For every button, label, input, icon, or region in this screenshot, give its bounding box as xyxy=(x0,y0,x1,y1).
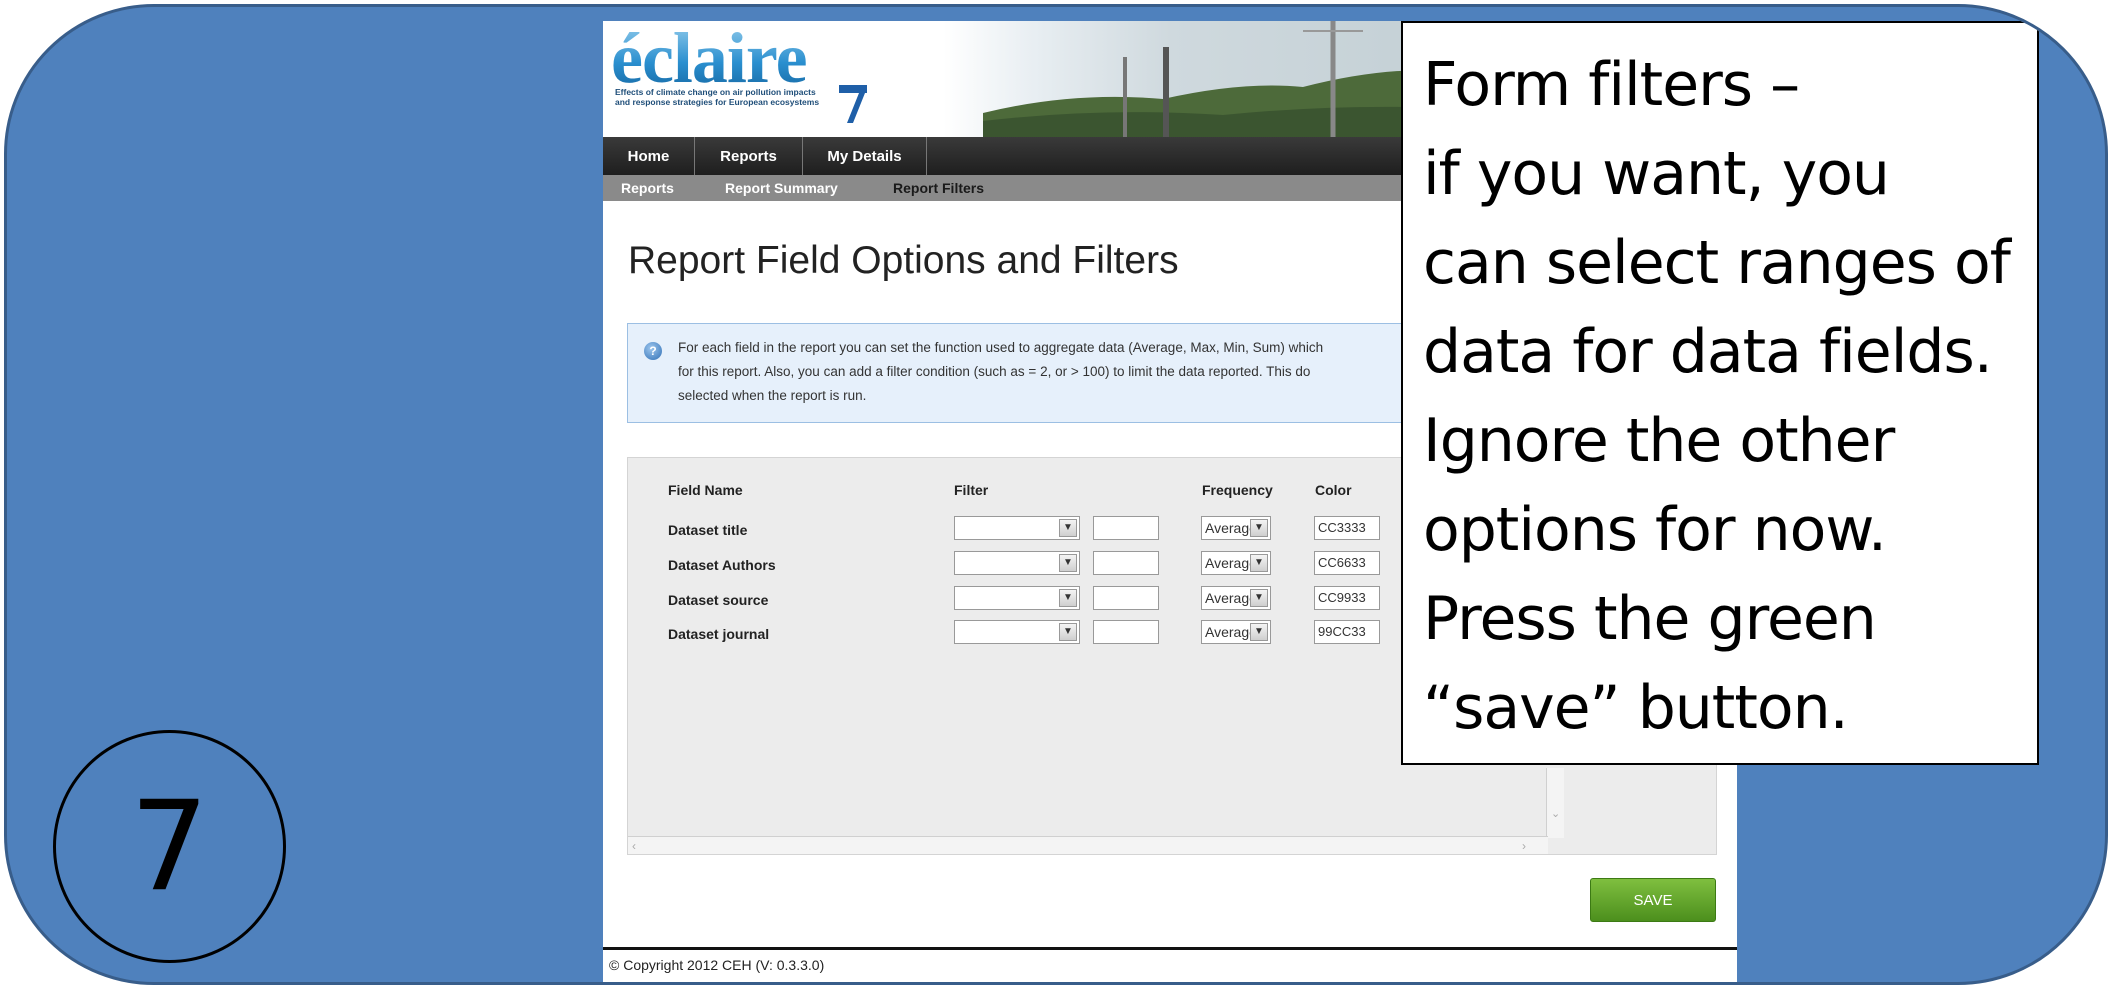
tab-my-details[interactable]: My Details xyxy=(803,137,927,175)
color-input[interactable]: 99CC33 xyxy=(1314,620,1380,644)
filter-value-input[interactable] xyxy=(1093,586,1159,610)
save-button[interactable]: SAVE xyxy=(1590,878,1716,922)
frequency-select[interactable]: Average ▼ xyxy=(1201,620,1271,644)
page-title: Report Field Options and Filters xyxy=(628,239,1179,282)
logo-tagline-line: Effects of climate change on air polluti… xyxy=(615,87,816,97)
dropdown-arrow-icon: ▼ xyxy=(1250,623,1268,641)
step-number-badge: 7 xyxy=(53,730,286,963)
header-frequency: Frequency xyxy=(1202,482,1273,498)
header-field-name: Field Name xyxy=(668,482,743,498)
instruction-callout: Form filters – if you want, you can sele… xyxy=(1401,21,2039,765)
header-filter: Filter xyxy=(954,482,989,498)
row-field-name: Dataset Authors xyxy=(668,557,776,573)
subnav-report-summary[interactable]: Report Summary xyxy=(725,175,838,201)
filter-operator-select[interactable]: ▼ xyxy=(954,620,1080,644)
row-field-name: Dataset source xyxy=(668,592,769,608)
tab-reports[interactable]: Reports xyxy=(695,137,803,175)
dropdown-arrow-icon: ▼ xyxy=(1250,554,1268,572)
scroll-down-icon[interactable]: ⌄ xyxy=(1551,807,1560,820)
logo-tagline: Effects of climate change on air polluti… xyxy=(615,87,825,107)
filter-operator-select[interactable]: ▼ xyxy=(954,551,1080,575)
subnav-reports[interactable]: Reports xyxy=(621,175,674,201)
callout-line: data for data fields. xyxy=(1423,317,1993,387)
dropdown-arrow-icon: ▼ xyxy=(1059,623,1077,641)
horizontal-scrollbar[interactable]: ‹ › xyxy=(628,836,1548,854)
filter-value-input[interactable] xyxy=(1093,620,1159,644)
frequency-select[interactable]: Average ▼ xyxy=(1201,516,1271,540)
filter-value-input[interactable] xyxy=(1093,516,1159,540)
callout-line: can select ranges of xyxy=(1423,228,2011,298)
row-field-name: Dataset title xyxy=(668,522,748,538)
info-text-line: For each field in the report you can set… xyxy=(678,340,1324,355)
subnav-report-filters[interactable]: Report Filters xyxy=(893,175,984,201)
callout-line: options for now. xyxy=(1423,495,1887,565)
filter-operator-select[interactable]: ▼ xyxy=(954,516,1080,540)
fp7-logo-icon xyxy=(839,85,867,123)
dropdown-arrow-icon: ▼ xyxy=(1059,519,1077,537)
slide-background: 7 éclaire Effects of climate change on a… xyxy=(4,4,2108,985)
callout-line: “save” button. xyxy=(1423,673,1849,743)
info-text-line: selected when the report is run. xyxy=(678,388,867,403)
callout-line: if you want, you xyxy=(1423,139,1890,209)
scroll-right-icon[interactable]: › xyxy=(1522,839,1526,853)
info-icon: ? xyxy=(644,342,662,360)
dropdown-arrow-icon: ▼ xyxy=(1059,589,1077,607)
scroll-left-icon[interactable]: ‹ xyxy=(632,839,636,853)
frequency-select[interactable]: Average ▼ xyxy=(1201,586,1271,610)
color-input[interactable]: CC9933 xyxy=(1314,586,1380,610)
frequency-select[interactable]: Average ▼ xyxy=(1201,551,1271,575)
header-color: Color xyxy=(1315,482,1352,498)
dropdown-arrow-icon: ▼ xyxy=(1059,554,1077,572)
row-field-name: Dataset journal xyxy=(668,626,770,642)
callout-line: Press the green xyxy=(1423,584,1877,654)
color-input[interactable]: CC3333 xyxy=(1314,516,1380,540)
tab-home[interactable]: Home xyxy=(603,137,695,175)
vertical-scrollbar[interactable]: ⌄ xyxy=(1546,768,1564,838)
callout-line: Ignore the other xyxy=(1423,406,1895,476)
copyright-text: © Copyright 2012 CEH (V: 0.3.3.0) xyxy=(609,957,825,973)
footer-divider xyxy=(603,947,1737,950)
color-input[interactable]: CC6633 xyxy=(1314,551,1380,575)
filter-value-input[interactable] xyxy=(1093,551,1159,575)
info-text-line: for this report. Also, you can add a fil… xyxy=(678,364,1311,379)
dropdown-arrow-icon: ▼ xyxy=(1250,519,1268,537)
dropdown-arrow-icon: ▼ xyxy=(1250,589,1268,607)
logo-tagline-line: and response strategies for European eco… xyxy=(615,97,820,107)
callout-line: Form filters – xyxy=(1423,50,1800,120)
filter-operator-select[interactable]: ▼ xyxy=(954,586,1080,610)
